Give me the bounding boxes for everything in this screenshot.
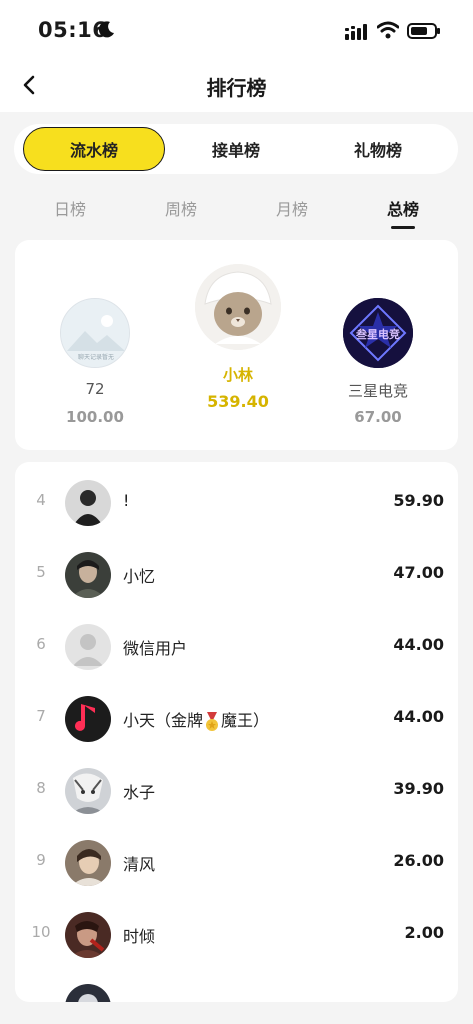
active-tab-indicator bbox=[391, 226, 415, 229]
avatar bbox=[65, 840, 111, 886]
ranking-type-tabs: 流水榜 接单榜 礼物榜 bbox=[14, 124, 458, 174]
list-item[interactable]: 4 ! 59.90 bbox=[15, 467, 458, 539]
battery-icon bbox=[407, 23, 440, 39]
ranking-list: 4 ! 59.90 5 小忆 47.00 6 微信用户 44.00 7 小天（金… bbox=[15, 462, 458, 1002]
user-score: 44.00 bbox=[393, 707, 444, 726]
tab-monthly[interactable]: 月榜 bbox=[252, 196, 332, 220]
avatar[interactable]: 叁星电竞 bbox=[343, 298, 413, 368]
tab-gifts[interactable]: 礼物榜 bbox=[307, 127, 449, 171]
page-title: 排行榜 bbox=[206, 76, 267, 100]
rank-number: 5 bbox=[36, 563, 46, 581]
user-score: 39.90 bbox=[393, 779, 444, 798]
user-name: 水子 bbox=[123, 783, 156, 802]
moon-icon bbox=[98, 21, 114, 38]
avatar[interactable] bbox=[195, 264, 281, 350]
status-bar: 05:16 bbox=[0, 0, 473, 60]
second-place-name: 72 bbox=[85, 380, 105, 398]
list-item[interactable]: 9 清风 26.00 bbox=[15, 827, 458, 899]
music-note-avatar bbox=[65, 696, 111, 742]
user-name: 微信用户 bbox=[123, 639, 188, 658]
first-place-score: 539.40 bbox=[207, 392, 269, 411]
avatar[interactable]: 聊天记录暂无 bbox=[60, 298, 130, 368]
signal-icon bbox=[345, 24, 367, 40]
user-name: 小天（金牌 魔王） bbox=[123, 707, 269, 732]
rank-number: 10 bbox=[31, 923, 51, 941]
first-place-name: 小林 bbox=[222, 366, 253, 384]
bottom-safe-area bbox=[0, 1002, 473, 1024]
tab-orders[interactable]: 接单榜 bbox=[165, 127, 307, 171]
top-three-podium: 聊天记录暂无 72 100.00 小林 539.40 叁星电竞 三星电竞 67.… bbox=[15, 240, 458, 450]
user-name: 小忆 bbox=[123, 567, 156, 586]
wifi-icon bbox=[377, 21, 399, 39]
list-item[interactable]: 6 微信用户 44.00 bbox=[15, 611, 458, 683]
second-place-score: 100.00 bbox=[66, 408, 124, 426]
user-score: 44.00 bbox=[393, 635, 444, 654]
user-name-suffix: 魔王） bbox=[221, 711, 270, 730]
avatar bbox=[65, 768, 111, 814]
avatar bbox=[65, 552, 111, 598]
list-item[interactable] bbox=[15, 971, 458, 1002]
avatar bbox=[65, 912, 111, 958]
default-avatar-icon bbox=[65, 624, 111, 670]
list-item[interactable]: 8 水子 39.90 bbox=[15, 755, 458, 827]
rank-number: 4 bbox=[36, 491, 46, 509]
tab-daily[interactable]: 日榜 bbox=[30, 196, 110, 220]
avatar bbox=[65, 984, 111, 1002]
list-item[interactable]: 5 小忆 47.00 bbox=[15, 539, 458, 611]
medal-icon bbox=[206, 711, 219, 731]
third-place-name: 三星电竞 bbox=[347, 382, 408, 400]
user-name: ! bbox=[123, 491, 130, 510]
list-item[interactable]: 10 时倾 2.00 bbox=[15, 899, 458, 971]
rank-number: 7 bbox=[36, 707, 46, 725]
image-placeholder-icon: 聊天记录暂无 bbox=[61, 299, 129, 367]
third-place-score: 67.00 bbox=[354, 408, 402, 426]
user-name: 时倾 bbox=[123, 927, 156, 946]
nav-bar: 排行榜 bbox=[0, 60, 473, 112]
user-score: 47.00 bbox=[393, 563, 444, 582]
avatar-caption: 聊天记录暂无 bbox=[78, 353, 114, 361]
logo-caption: 叁星电竞 bbox=[355, 327, 400, 341]
user-score: 2.00 bbox=[404, 923, 444, 942]
cat-avatar-image bbox=[195, 264, 281, 350]
user-score: 26.00 bbox=[393, 851, 444, 870]
tab-weekly[interactable]: 周榜 bbox=[141, 196, 221, 220]
user-name: 清风 bbox=[123, 855, 156, 874]
rank-number: 6 bbox=[36, 635, 46, 653]
esports-logo-image: 叁星电竞 bbox=[343, 298, 413, 368]
user-score: 59.90 bbox=[393, 491, 444, 510]
list-item[interactable]: 7 小天（金牌 魔王） 44.00 bbox=[15, 683, 458, 755]
tab-turnover[interactable]: 流水榜 bbox=[23, 127, 165, 171]
tab-total[interactable]: 总榜 bbox=[363, 196, 443, 220]
avatar bbox=[65, 480, 111, 526]
rank-number: 9 bbox=[36, 851, 46, 869]
status-time: 05:16 bbox=[38, 18, 108, 42]
user-name-prefix: 小天（金牌 bbox=[123, 711, 204, 730]
rank-number: 8 bbox=[36, 779, 46, 797]
